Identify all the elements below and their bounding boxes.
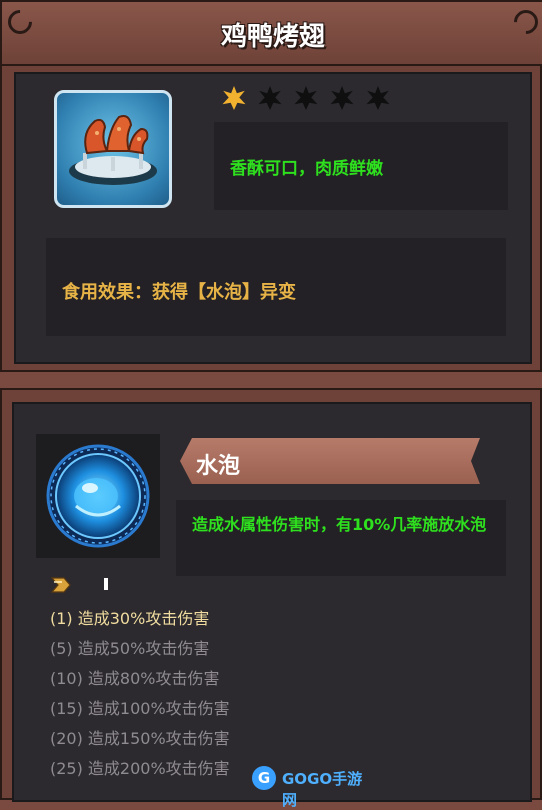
skill-detail-panel: 水泡 造成水属性伤害时，有10%几率施放水泡 (1) 造成30%攻击伤害 (5)… — [0, 388, 542, 802]
skill-level-row: (25) 造成200%攻击伤害 — [50, 759, 230, 778]
star-empty-icon — [294, 86, 318, 110]
item-description: 香酥可口，肉质鲜嫩 — [230, 159, 383, 179]
item-description-box: 香酥可口，肉质鲜嫩 — [214, 122, 508, 210]
item-effect: 食用效果：获得【水泡】异变 — [62, 282, 296, 303]
star-filled-icon — [222, 86, 246, 110]
skill-level-list: (1) 造成30%攻击伤害 (5) 造成50%攻击伤害 (10) 造成80%攻击… — [50, 604, 230, 784]
title-bar: 鸡鸭烤翅 — [2, 2, 542, 66]
item-detail-panel: 鸡鸭烤翅 香酥可口，肉质鲜嫩 食用效果：获得【水泡】异变 — [0, 0, 542, 372]
skill-name-banner: 水泡 — [180, 438, 480, 484]
roast-wings-icon — [54, 90, 172, 208]
skill-level-row: (15) 造成100%攻击伤害 — [50, 699, 230, 718]
skill-description-box: 造成水属性伤害时，有10%几率施放水泡 — [176, 500, 506, 576]
skill-name: 水泡 — [196, 454, 241, 479]
water-bubble-icon — [46, 444, 150, 548]
item-effect-box: 食用效果：获得【水泡】异变 — [46, 238, 506, 336]
watermark-text: GOGO手游网 — [282, 770, 363, 809]
skill-info-area: 水泡 造成水属性伤害时，有10%几率施放水泡 (1) 造成30%攻击伤害 (5)… — [12, 402, 532, 802]
site-watermark: G GOGO手游网 — [252, 764, 372, 809]
item-title: 鸡鸭烤翅 — [220, 22, 325, 52]
roast-wings-icon-art — [69, 115, 157, 185]
level-arrow-icon — [50, 576, 72, 594]
star-empty-icon — [330, 86, 354, 110]
skill-icon-frame — [36, 434, 160, 558]
star-empty-icon — [366, 86, 390, 110]
skill-level-row: (1) 造成30%攻击伤害 — [50, 609, 210, 628]
skill-description: 造成水属性伤害时，有10%几率施放水泡 — [192, 515, 487, 534]
level-indicator-mark — [104, 578, 108, 590]
star-empty-icon — [258, 86, 282, 110]
watermark-logo: G — [252, 766, 276, 790]
item-info-area: 香酥可口，肉质鲜嫩 食用效果：获得【水泡】异变 — [14, 72, 532, 364]
skill-level-row: (5) 造成50%攻击伤害 — [50, 639, 210, 658]
skill-level-row: (10) 造成80%攻击伤害 — [50, 669, 220, 688]
skill-level-row: (20) 造成150%攻击伤害 — [50, 729, 230, 748]
